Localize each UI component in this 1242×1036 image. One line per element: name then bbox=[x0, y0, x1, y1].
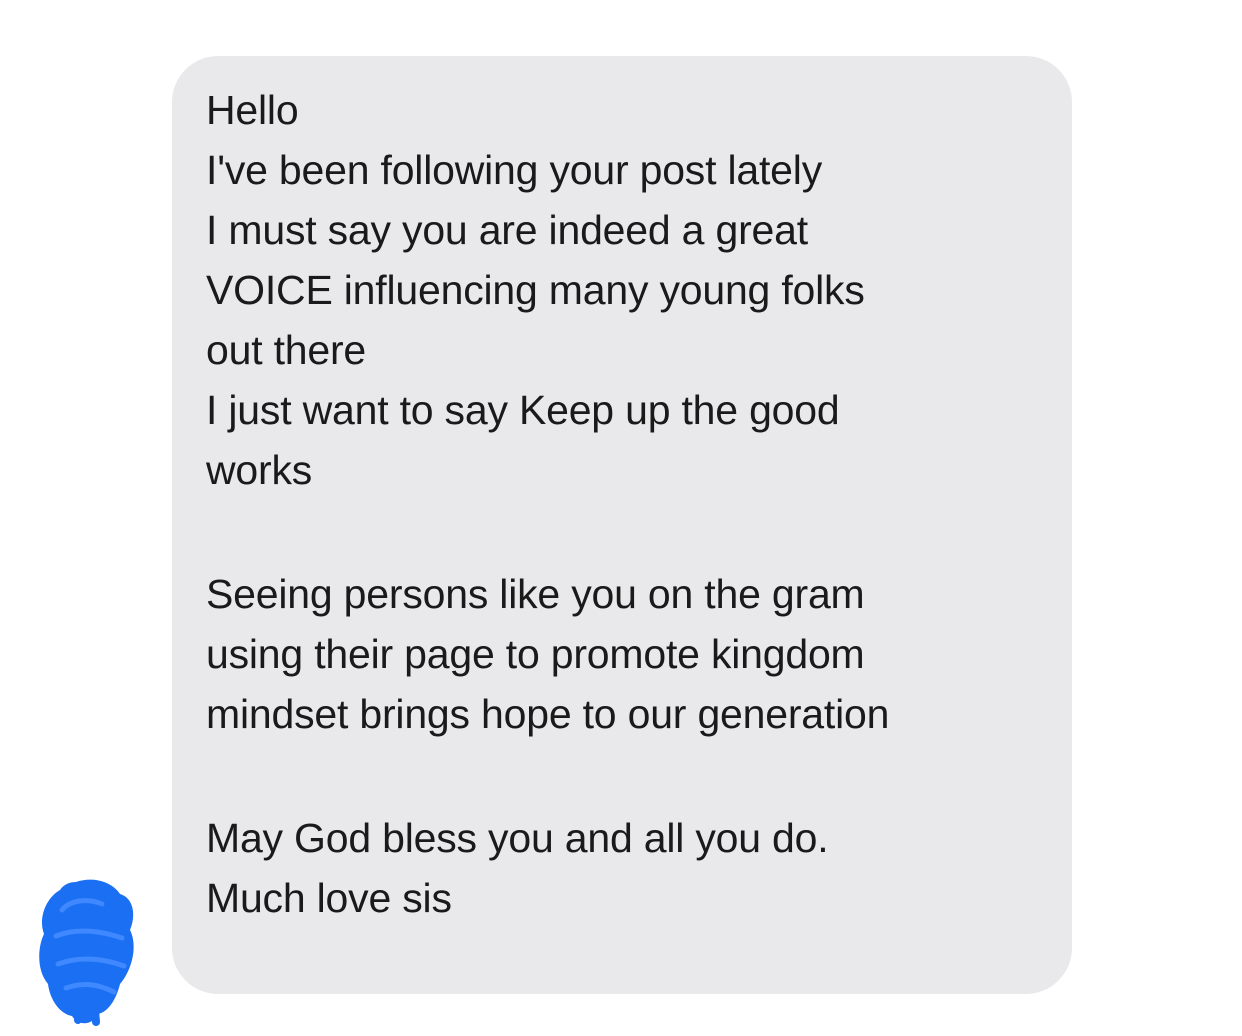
message-line: I've been following your post lately bbox=[206, 147, 822, 193]
message-line: May God bless you and all you do. bbox=[206, 815, 829, 861]
message-line: works bbox=[206, 447, 313, 493]
avatar-scribble bbox=[39, 879, 134, 1026]
message-line: Seeing persons like you on the gram bbox=[206, 571, 865, 617]
message-line: Hello bbox=[206, 87, 299, 133]
message-line: out there bbox=[206, 327, 367, 373]
received-message-bubble[interactable]: Hello I've been following your post late… bbox=[172, 56, 1072, 994]
redacted-avatar-icon[interactable] bbox=[36, 876, 140, 1026]
message-line: VOICE influencing many young folks bbox=[206, 267, 865, 313]
message-line: I just want to say Keep up the good bbox=[206, 387, 840, 433]
message-line: I must say you are indeed a great bbox=[206, 207, 808, 253]
message-line: using their page to promote kingdom bbox=[206, 631, 865, 677]
message-line: Much love sis bbox=[206, 875, 452, 921]
message-line: mindset brings hope to our generation bbox=[206, 691, 890, 737]
